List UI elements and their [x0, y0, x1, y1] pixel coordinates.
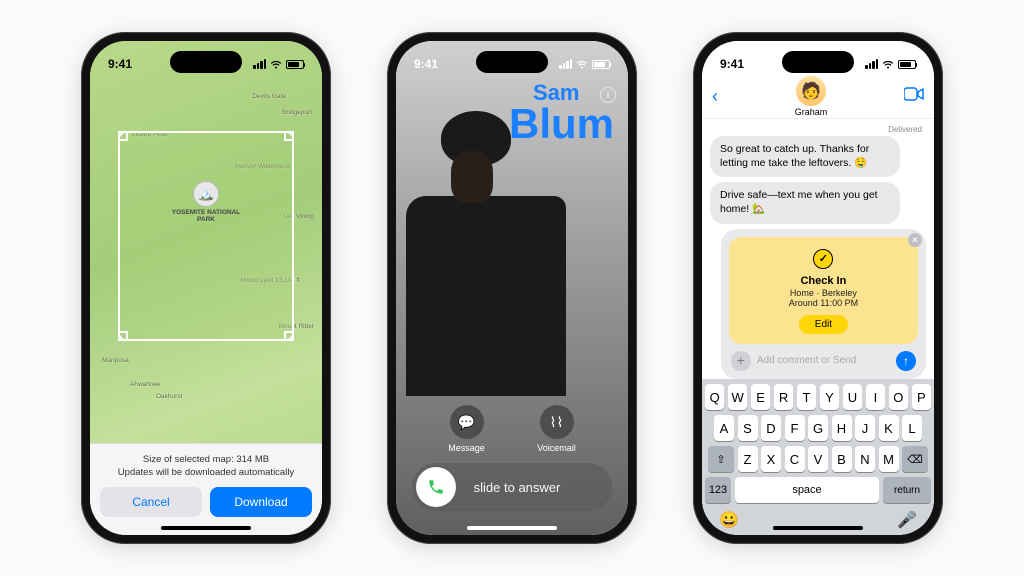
backspace-key[interactable]: ⌫ [902, 446, 928, 472]
key-Z[interactable]: Z [738, 446, 758, 472]
status-time: 9:41 [108, 57, 132, 71]
home-indicator[interactable] [773, 526, 863, 530]
key-V[interactable]: V [808, 446, 828, 472]
key-A[interactable]: A [714, 415, 734, 441]
map-label: Mariposa [102, 357, 129, 364]
delivered-label: Delivered [710, 125, 926, 134]
key-H[interactable]: H [832, 415, 852, 441]
map-selection-region[interactable]: 🏔️ YOSEMITE NATIONAL PARK [118, 131, 294, 341]
key-W[interactable]: W [728, 384, 747, 410]
status-time: 9:41 [414, 57, 438, 71]
key-C[interactable]: C [785, 446, 805, 472]
key-P[interactable]: P [912, 384, 931, 410]
close-icon[interactable]: ✕ [908, 233, 922, 247]
phone-messages: 9:41 ‹ 🧑 Graham Delivered So [693, 32, 943, 544]
plus-button[interactable]: + [731, 351, 751, 371]
answer-knob[interactable] [416, 467, 456, 507]
message-button[interactable]: 💬 Message [448, 405, 485, 453]
slide-to-answer[interactable]: slide to answer [412, 463, 612, 511]
checkin-time: Around 11:00 PM [739, 298, 908, 308]
wifi-icon [270, 60, 282, 69]
key-I[interactable]: I [866, 384, 885, 410]
key-row-1: QWERTYUIOP [705, 384, 931, 410]
key-L[interactable]: L [902, 415, 922, 441]
space-key[interactable]: space [735, 477, 879, 503]
map-label: Ahwahnee [130, 381, 161, 388]
phone-maps: 9:41 Devils Gate Bridgeport Leavitt Peak… [81, 32, 331, 544]
key-U[interactable]: U [843, 384, 862, 410]
emoji-key[interactable]: 😀 [719, 510, 739, 530]
cancel-button[interactable]: Cancel [100, 487, 202, 517]
contact-header[interactable]: 🧑 Graham [718, 76, 904, 117]
wifi-icon [882, 60, 894, 69]
key-J[interactable]: J [855, 415, 875, 441]
checkin-card[interactable]: ✓ Check In Home · Berkeley Around 11:00 … [729, 237, 918, 344]
caller-last-name: Blum [509, 104, 614, 144]
message-icon: 💬 [450, 405, 484, 439]
status-time: 9:41 [720, 57, 744, 71]
edit-button[interactable]: Edit [799, 315, 848, 334]
caller-name: Sam Blum [509, 83, 614, 144]
incoming-message-2[interactable]: Drive safe—text me when you get home! 🏡 [710, 182, 900, 223]
sheet-size-text: Size of selected map: 314 MB [100, 454, 312, 466]
checkin-location: Home · Berkeley [739, 288, 908, 298]
keyboard: QWERTYUIOP ASDFGHJKL ⇧ ZXCVBNM⌫ 123 spac… [702, 379, 934, 535]
dynamic-island [170, 51, 242, 73]
check-icon: ✓ [813, 249, 833, 269]
numbers-key[interactable]: 123 [705, 477, 731, 503]
download-sheet: Size of selected map: 314 MB Updates wil… [90, 443, 322, 535]
home-indicator[interactable] [467, 526, 557, 530]
map-label: Bridgeport [282, 109, 312, 116]
key-row-3: ⇧ ZXCVBNM⌫ [705, 446, 931, 472]
key-Q[interactable]: Q [705, 384, 724, 410]
key-B[interactable]: B [832, 446, 852, 472]
voicemail-icon: ⌇⌇ [540, 405, 574, 439]
signal-icon [253, 59, 266, 69]
key-R[interactable]: R [774, 384, 793, 410]
phone-icon [427, 478, 445, 496]
map-pin: 🏔️ YOSEMITE NATIONAL PARK [163, 181, 249, 223]
key-row-2: ASDFGHJKL [705, 415, 931, 441]
slide-label: slide to answer [456, 480, 608, 495]
checkin-attachment: ✕ ✓ Check In Home · Berkeley Around 11:0… [721, 229, 926, 379]
home-indicator[interactable] [161, 526, 251, 530]
phone-call: 9:41 i Sam Blum 💬 Message ⌇⌇ Voicemail [387, 32, 637, 544]
return-key[interactable]: return [883, 477, 931, 503]
key-X[interactable]: X [761, 446, 781, 472]
key-K[interactable]: K [879, 415, 899, 441]
key-S[interactable]: S [738, 415, 758, 441]
battery-icon [592, 60, 610, 69]
caller-photo [396, 111, 566, 391]
dynamic-island [476, 51, 548, 73]
dynamic-island [782, 51, 854, 73]
signal-icon [865, 59, 878, 69]
key-F[interactable]: F [785, 415, 805, 441]
shift-key[interactable]: ⇧ [708, 446, 734, 472]
signal-icon [559, 59, 572, 69]
facetime-button[interactable] [904, 87, 924, 106]
send-button[interactable]: ↑ [896, 351, 916, 371]
battery-icon [898, 60, 916, 69]
key-T[interactable]: T [797, 384, 816, 410]
voicemail-button[interactable]: ⌇⌇ Voicemail [537, 405, 576, 453]
comment-input[interactable]: Add comment or Send [757, 355, 890, 366]
key-Y[interactable]: Y [820, 384, 839, 410]
key-E[interactable]: E [751, 384, 770, 410]
key-O[interactable]: O [889, 384, 908, 410]
sheet-updates-text: Updates will be downloaded automatically [100, 467, 312, 479]
incoming-message-1[interactable]: So great to catch up. Thanks for letting… [710, 136, 900, 177]
map-label: Oakhurst [156, 393, 182, 400]
battery-icon [286, 60, 304, 69]
checkin-title: Check In [739, 275, 908, 287]
key-D[interactable]: D [761, 415, 781, 441]
message-thread[interactable]: Delivered So great to catch up. Thanks f… [702, 119, 934, 379]
key-G[interactable]: G [808, 415, 828, 441]
map-label: Devils Gate [252, 93, 286, 100]
contact-name: Graham [718, 107, 904, 117]
wifi-icon [576, 60, 588, 69]
mic-key[interactable]: 🎤 [897, 510, 917, 530]
key-M[interactable]: M [879, 446, 899, 472]
download-button[interactable]: Download [210, 487, 312, 517]
key-N[interactable]: N [855, 446, 875, 472]
